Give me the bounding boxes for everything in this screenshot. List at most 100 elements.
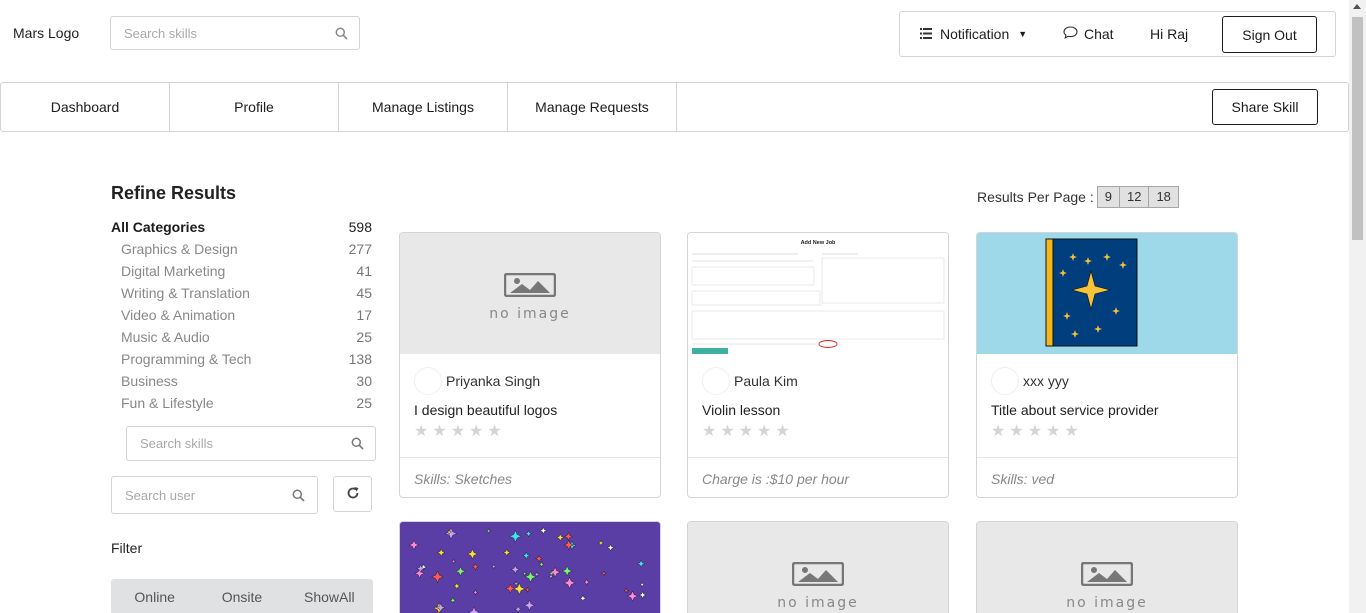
star-icon: ★: [1027, 423, 1043, 440]
category-item[interactable]: Writing & Translation 45: [111, 283, 372, 305]
per-page-12-button[interactable]: 12: [1118, 186, 1150, 208]
card-footer: Charge is :$10 per hour: [688, 457, 948, 497]
category-item[interactable]: Graphics & Design 277: [111, 239, 372, 261]
category-item[interactable]: Digital Marketing 41: [111, 261, 372, 283]
category-label: Video & Animation: [121, 307, 236, 323]
per-page-9-button[interactable]: 9: [1096, 186, 1120, 208]
category-count: 25: [356, 395, 372, 411]
refine-results-title: Refine Results: [111, 183, 237, 203]
filter-onsite-button[interactable]: Onsite: [198, 579, 285, 613]
no-image-text: no image: [489, 306, 571, 322]
refresh-button[interactable]: [333, 476, 372, 512]
avatar: [991, 367, 1019, 395]
search-icon[interactable]: [351, 437, 364, 453]
star-icon: ★: [1009, 423, 1024, 440]
rating-stars: ★ ★ ★ ★ ★: [991, 424, 1079, 440]
nav-profile[interactable]: Profile: [170, 83, 339, 131]
rating-stars: ★ ★ ★ ★ ★: [702, 424, 790, 440]
user-search-input[interactable]: Search user: [111, 476, 318, 514]
filter-showall-button[interactable]: ShowAll: [286, 579, 373, 613]
card-footer: Skills: Sketches: [400, 457, 660, 497]
no-image-text: no image: [777, 595, 859, 611]
card-footer-text: Skills: Sketches: [414, 471, 513, 487]
card-image: [400, 522, 660, 613]
card-image: no image: [400, 233, 660, 354]
main-nav: Dashboard Profile Manage Listings Manage…: [0, 82, 1349, 132]
card-image: no image: [977, 522, 1237, 613]
share-skill-button[interactable]: Share Skill: [1212, 89, 1318, 125]
card-footer: Skills: ved: [977, 457, 1237, 497]
search-icon[interactable]: [335, 27, 348, 43]
skill-card[interactable]: no image: [976, 521, 1238, 613]
card-title[interactable]: I design beautiful logos: [414, 402, 557, 418]
category-label: Fun & Lifestyle: [121, 395, 214, 411]
skill-card[interactable]: [399, 521, 661, 613]
avatar: [702, 367, 730, 395]
category-item[interactable]: Business 30: [111, 371, 372, 393]
category-label: Music & Audio: [121, 329, 210, 345]
filter-online-button[interactable]: Online: [111, 579, 198, 613]
category-label: Business: [121, 373, 178, 389]
card-image: no image: [688, 522, 948, 613]
notification-dropdown[interactable]: Notification ▼: [920, 26, 1027, 42]
skill-card[interactable]: xxx yyy Title about service provider ★ ★ ★…: [976, 232, 1238, 498]
card-title[interactable]: Violin lesson: [702, 402, 780, 418]
results-per-page-label: Results Per Page :: [977, 189, 1094, 205]
skill-card[interactable]: no image: [687, 521, 949, 613]
header-search-input[interactable]: Search skills: [110, 16, 360, 50]
star-icon: ★: [1064, 423, 1079, 440]
chat-label: Chat: [1084, 26, 1114, 42]
category-count: 41: [356, 263, 372, 279]
category-list: All Categories 598 Graphics & Design 277 …: [111, 217, 372, 415]
user-greeting[interactable]: Hi Raj: [1150, 26, 1188, 42]
star-icon: ★: [432, 423, 447, 440]
card-title[interactable]: Title about service provider: [991, 402, 1159, 418]
scrollbar-thumb[interactable]: [1352, 17, 1363, 240]
star-icon: ★: [469, 423, 484, 440]
category-item[interactable]: Music & Audio 25: [111, 327, 372, 349]
search-icon[interactable]: [292, 489, 305, 505]
category-count: 138: [348, 351, 372, 367]
skill-card[interactable]: Add New Job Paula Kim Violin lesson ★ ★ ★ ★…: [687, 232, 949, 498]
header-search-placeholder: Search skills: [124, 26, 197, 41]
user-search-placeholder: Search user: [125, 488, 196, 503]
refresh-icon: [346, 486, 360, 503]
vertical-scrollbar[interactable]: [1349, 0, 1366, 613]
sign-out-button[interactable]: Sign Out: [1222, 16, 1317, 53]
category-label: Writing & Translation: [121, 285, 250, 301]
card-owner[interactable]: xxx yyy: [991, 367, 1069, 395]
card-footer-text: Skills: ved: [991, 471, 1055, 487]
form-screenshot-thumbnail: Add New Job: [688, 233, 948, 354]
category-all[interactable]: All Categories 598: [111, 217, 372, 239]
card-owner[interactable]: Paula Kim: [702, 367, 798, 395]
card-image: [977, 233, 1237, 354]
card-image: Add New Job: [688, 233, 948, 354]
scroll-up-arrow-icon[interactable]: [1353, 4, 1361, 9]
no-image-text: no image: [1066, 595, 1148, 611]
category-count: 17: [356, 307, 372, 323]
owner-name: xxx yyy: [1023, 373, 1069, 389]
card-footer-text: Charge is :$10 per hour: [702, 471, 850, 487]
nav-manage-requests[interactable]: Manage Requests: [508, 83, 677, 131]
category-count: 30: [356, 373, 372, 389]
skill-search-input[interactable]: Search skills: [126, 426, 376, 461]
category-count: 25: [356, 329, 372, 345]
logo[interactable]: Mars Logo: [13, 25, 79, 41]
image-placeholder-icon: [791, 561, 845, 589]
per-page-18-button[interactable]: 18: [1148, 186, 1179, 208]
category-label: Programming & Tech: [121, 351, 252, 367]
category-item[interactable]: Fun & Lifestyle 25: [111, 393, 372, 415]
card-owner[interactable]: Priyanka Singh: [414, 367, 540, 395]
category-label: Digital Marketing: [121, 263, 226, 279]
category-item[interactable]: Programming & Tech 138: [111, 349, 372, 371]
chat-link[interactable]: Chat: [1063, 26, 1114, 42]
owner-name: Paula Kim: [734, 373, 798, 389]
nav-manage-listings[interactable]: Manage Listings: [339, 83, 508, 131]
star-icon: ★: [414, 423, 429, 440]
star-icon: ★: [757, 423, 772, 440]
category-item[interactable]: Video & Animation 17: [111, 305, 372, 327]
skill-card[interactable]: no image Priyanka Singh I design beautif…: [399, 232, 661, 498]
category-label: Graphics & Design: [121, 241, 238, 257]
nav-dashboard[interactable]: Dashboard: [1, 83, 170, 131]
sparkles-illustration: [400, 522, 660, 613]
